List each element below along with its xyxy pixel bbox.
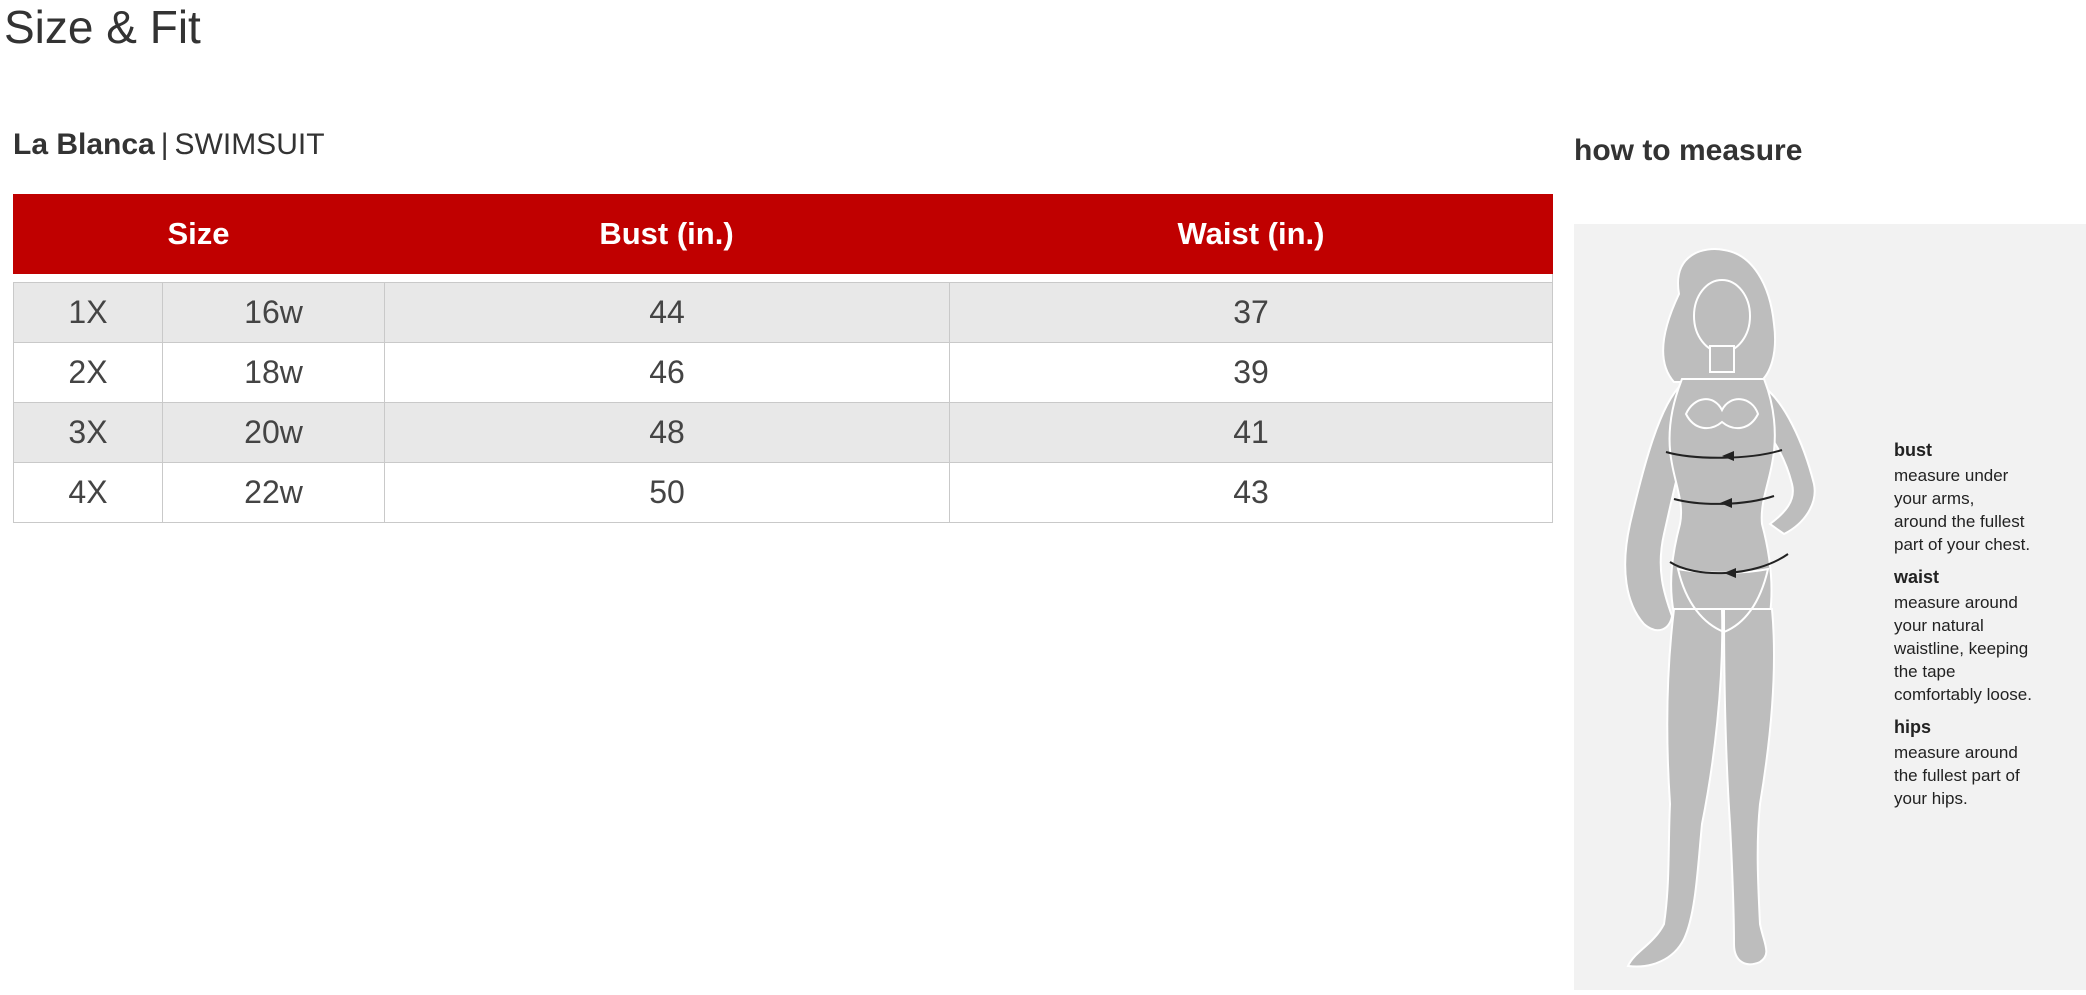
- body-figure-illustration: [1624, 248, 1816, 968]
- cell-bust: 46: [384, 342, 949, 402]
- note-text: measure under your arms, around the full…: [1894, 466, 2031, 554]
- table-row: 1X 16w 44 37: [13, 282, 1553, 342]
- figure-left-leg: [1626, 608, 1724, 968]
- brand-name: La Blanca: [13, 128, 155, 161]
- note-text: measure around your natural waistline, k…: [1894, 593, 2032, 704]
- cell-waist: 43: [949, 462, 1553, 523]
- cell-alt-size: 16w: [162, 282, 384, 342]
- cell-waist: 37: [949, 282, 1553, 342]
- cell-bust: 48: [384, 402, 949, 462]
- note-heading: waist: [1894, 567, 1940, 587]
- table-header-row: Size Bust (in.) Waist (in.): [13, 194, 1553, 274]
- header-size: Size: [13, 194, 384, 274]
- cell-size: 2X: [13, 342, 162, 402]
- note-text: measure around the fullest part of your …: [1894, 743, 2020, 808]
- figure-right-leg: [1722, 608, 1776, 966]
- cell-waist: 41: [949, 402, 1553, 462]
- header-waist: Waist (in.): [949, 194, 1553, 274]
- table-row: 2X 18w 46 39: [13, 342, 1553, 402]
- cell-alt-size: 18w: [162, 342, 384, 402]
- table-spacer: [13, 274, 1553, 282]
- brand-line: La Blanca | SWIMSUIT: [13, 127, 325, 163]
- brand-separator: |: [160, 128, 169, 161]
- cell-bust: 50: [384, 462, 949, 523]
- how-to-measure-title: how to measure: [1574, 134, 1803, 167]
- header-bust: Bust (in.): [384, 194, 949, 274]
- cell-bust: 44: [384, 282, 949, 342]
- figure-head: [1693, 279, 1751, 353]
- cell-waist: 39: [949, 342, 1553, 402]
- page-title: Size & Fit: [4, 1, 201, 53]
- note-bust: bust measure under your arms, around the…: [1894, 439, 2084, 556]
- note-heading: hips: [1894, 717, 1932, 737]
- note-hips: hips measure around the fullest part of …: [1894, 716, 2084, 810]
- cell-alt-size: 22w: [162, 462, 384, 523]
- cell-size: 4X: [13, 462, 162, 523]
- size-chart-table: Size Bust (in.) Waist (in.) 1X 16w 44 37…: [13, 194, 1553, 523]
- measure-notes: bust measure under your arms, around the…: [1894, 439, 2084, 820]
- note-heading: bust: [1894, 440, 1932, 460]
- cell-alt-size: 20w: [162, 402, 384, 462]
- table-row: 4X 22w 50 43: [13, 462, 1553, 523]
- table-row: 3X 20w 48 41: [13, 402, 1553, 462]
- cell-size: 3X: [13, 402, 162, 462]
- how-to-measure-panel: bust measure under your arms, around the…: [1574, 224, 2086, 990]
- cell-size: 1X: [13, 282, 162, 342]
- figure-neck: [1709, 345, 1735, 373]
- note-waist: waist measure around your natural waistl…: [1894, 566, 2084, 706]
- brand-category: SWIMSUIT: [174, 128, 325, 161]
